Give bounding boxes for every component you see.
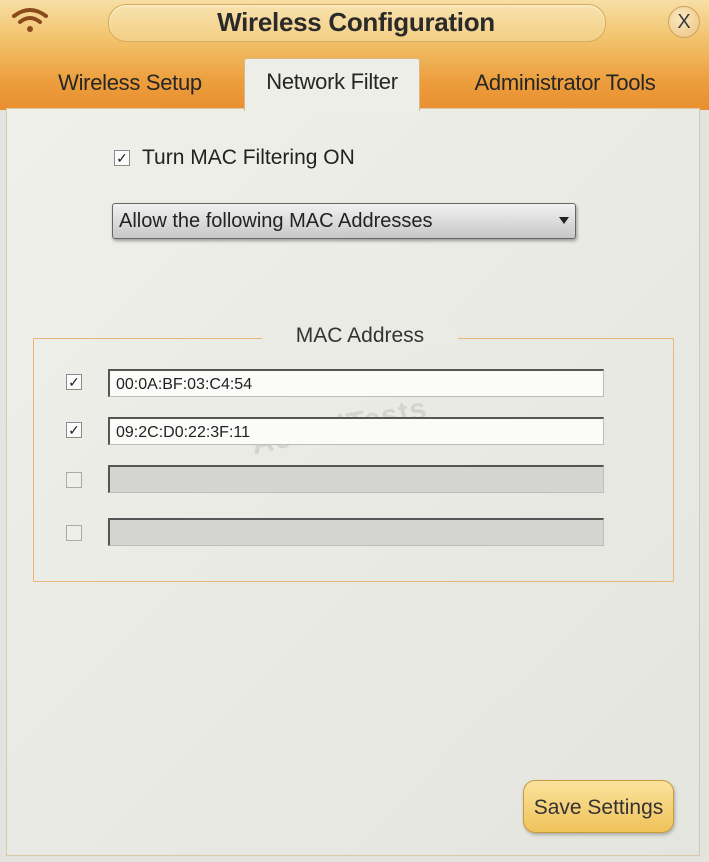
mac-filtering-checkbox[interactable]: ✓	[114, 150, 130, 166]
save-settings-button[interactable]: Save Settings	[523, 780, 674, 833]
mac-row-3-input[interactable]	[108, 465, 604, 493]
window-title: Wireless Configuration	[217, 7, 495, 37]
tab-wireless-setup[interactable]: Wireless Setup	[40, 60, 220, 108]
mac-row-2-checkbox[interactable]: ✓	[66, 422, 82, 438]
wireless-config-window: Wireless Configuration X Wireless Setup …	[0, 0, 709, 862]
tab-administrator-tools[interactable]: Administrator Tools	[460, 60, 670, 108]
mac-row-4-checkbox[interactable]	[66, 525, 82, 541]
filter-mode-value: Allow the following MAC Addresses	[119, 210, 433, 232]
mac-row-2-input[interactable]: 09:2C:D0:22:3F:11	[108, 417, 604, 445]
tab-network-filter[interactable]: Network Filter	[244, 58, 420, 111]
mac-row-4-input[interactable]	[108, 518, 604, 546]
mac-row-1-checkbox[interactable]: ✓	[66, 374, 82, 390]
mac-address-header: MAC Address	[262, 324, 458, 348]
close-icon: X	[677, 11, 691, 33]
checkmark-icon: ✓	[116, 150, 128, 166]
wifi-icon	[12, 8, 48, 32]
mac-filtering-label: Turn MAC Filtering ON	[142, 146, 355, 169]
dropdown-arrow-icon	[559, 217, 569, 224]
checkmark-icon: ✓	[68, 422, 80, 438]
checkmark-icon: ✓	[68, 374, 80, 390]
close-button[interactable]: X	[668, 6, 700, 38]
filter-mode-dropdown[interactable]: Allow the following MAC Addresses	[112, 203, 576, 239]
mac-row-1-input[interactable]: 00:0A:BF:03:C4:54	[108, 369, 604, 397]
mac-row-3-checkbox[interactable]	[66, 472, 82, 488]
